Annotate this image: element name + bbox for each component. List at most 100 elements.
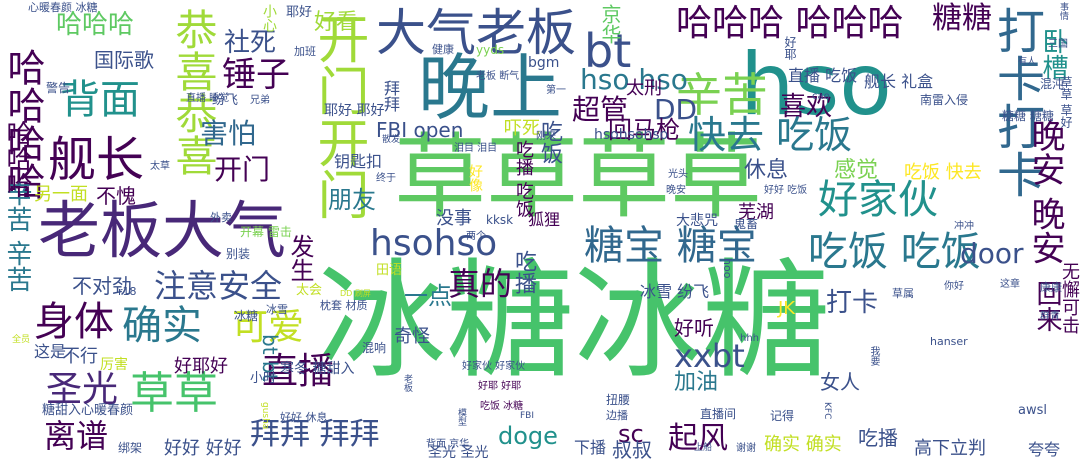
word-qunqing: 群青: [1040, 311, 1060, 322]
word-zhende: 真的: [448, 265, 513, 303]
word-waimai: 外卖: [210, 211, 232, 224]
word-door: door: [960, 237, 1024, 270]
word-baibai: 拜拜: [381, 80, 400, 112]
word-wocao: 卧槽: [1038, 28, 1068, 80]
word-r18: r18: [118, 285, 137, 298]
word-shesi: 社死: [224, 28, 277, 58]
word-gaoxia-lipan: 高下立判: [914, 438, 986, 459]
word-xiaoxin: 小心: [261, 4, 277, 32]
word-bingxue: 冰雪: [266, 303, 288, 316]
word-quanyuan: 全员: [12, 335, 31, 345]
word-hundun: 混沌: [1040, 77, 1065, 91]
word-bianbo: 边播: [606, 409, 628, 422]
word-hoo: hoo: [721, 258, 734, 279]
word-jinghua: 京华: [598, 4, 622, 44]
word-youren: 有人: [1018, 57, 1037, 67]
word-zhongyu: 终于: [376, 173, 396, 184]
word-kangkang: 康康: [1040, 281, 1062, 294]
word-xinnuan-bingtang: 心暖春颜 冰糖: [28, 1, 98, 14]
word-xiasi: 吓死: [504, 118, 540, 139]
word-caocao: 草草: [130, 368, 218, 419]
word-shenti: 身体: [34, 299, 114, 345]
word-nihao: 你好: [944, 281, 964, 292]
word-nanlei-ruqin: 南雷入侵: [920, 93, 969, 107]
word-haoyehao: 好耶好: [174, 356, 228, 377]
word-xiuxi: 休息: [744, 158, 789, 183]
word-chifan-bingtang: 吃饭 冰糖: [480, 401, 524, 412]
word-kfc: KFC: [822, 402, 832, 420]
word-chongchong: 冲冲: [954, 221, 974, 232]
word-guojige: 国际歌: [94, 48, 154, 72]
word-yaoshikou: 钥匙扣: [334, 152, 383, 171]
word-jide: 记得: [770, 409, 795, 423]
word-guangtou: 光头: [668, 169, 688, 180]
word-hanser: hanser: [930, 335, 968, 348]
word-hahaha-small: 哈哈哈: [56, 10, 135, 40]
word-haohao-xiuxi: 好好 休息: [280, 411, 328, 424]
word-tangtang-tangtang: 糖糖 糖糖: [1002, 109, 1054, 123]
word-moxing: 模型: [456, 408, 466, 426]
word-kaimen: 开门: [214, 153, 271, 186]
word-buxing: 不行: [62, 346, 98, 367]
word-dd-shuaping: DD 刷屏: [340, 289, 371, 298]
word-yehao-yehao: 耶好 耶好: [324, 103, 385, 119]
word-hahaha-vertical-2: 哈哈哈: [2, 120, 32, 198]
word-lingyimian: 另一面: [34, 184, 88, 205]
word-woyao: 我要: [868, 346, 879, 366]
word-jianzhang: 舰长: [48, 132, 145, 188]
word-cloud: 冰糖冰糖 草草草草 hso 晚上 老板大气 大气老板 开门开门 恭喜恭喜 哈哈哈…: [0, 0, 1080, 463]
word-lihai: 厉害: [100, 357, 128, 373]
word-wanan-wanan: 晚安 晚安: [1025, 118, 1065, 265]
word-gusha: gusha: [260, 402, 270, 430]
word-chifan-chifan: 吃饭 吃饭: [808, 229, 981, 275]
word-caoshu: 草属: [892, 287, 914, 300]
word-hunxiang: 混响: [362, 341, 387, 355]
word-awsl: awsl: [1018, 403, 1047, 418]
word-chibo-2: 吃播: [858, 426, 898, 450]
word-beimian: 背面: [60, 77, 140, 123]
word-kuakua: 夸夸: [1028, 440, 1061, 459]
word-haojiahuo-haojiahuo: 好家伙 好家伙: [462, 361, 526, 372]
word-haoxiang: 好像: [467, 164, 483, 192]
word-doge: doge: [498, 422, 558, 450]
word-chuizi: 锤子: [222, 55, 290, 95]
word-taihui: 太会: [296, 283, 323, 298]
word-taicao: 太草: [150, 161, 170, 172]
word-xiaoshi: 小时: [250, 371, 277, 386]
word-yyds: yyds: [476, 43, 505, 57]
word-xxbt: xxbt: [674, 337, 745, 375]
word-bangjia: 绑架: [118, 441, 143, 455]
word-fbi: FBI: [520, 411, 535, 421]
word-tangtianru-xinnuan: 糖甜入心暖春颜: [42, 403, 134, 418]
word-chibo-chifan: 吃播 吃饭: [513, 140, 534, 218]
word-hhh: hhh: [740, 333, 760, 344]
word-bukui: 不愧: [96, 184, 136, 208]
word-yidian: 一点: [404, 282, 452, 310]
word-haohao-haohao: 好好 好好: [164, 438, 242, 459]
word-zheshi: 这是: [34, 342, 67, 361]
word-haokan: 好看: [314, 10, 359, 35]
word-liangge: 两个: [466, 231, 486, 242]
word-jiankang: 健康: [432, 43, 454, 56]
word-xiongdi: 兄弟: [250, 95, 270, 106]
word-handong-tangtianru: 寒冬 糖甜入: [280, 361, 355, 377]
word-laoban-duanqi: 老板 断气: [476, 71, 520, 82]
word-leimu-leimu: 泪目 泪目: [454, 143, 498, 154]
word-zhibo-chifan: 直播 吃饭: [788, 66, 858, 85]
word-lipu: 离谱: [44, 417, 109, 455]
word-fasheng: 发生: [286, 234, 314, 282]
word-wuxie-keji: 无懈可击: [1059, 262, 1080, 334]
word-jk: JK: [778, 298, 796, 319]
word-ganjue: 感觉: [834, 158, 879, 183]
word-zhibo-shuijiao: 直播 睡觉: [186, 93, 230, 104]
word-jinggao: 警告: [46, 81, 71, 95]
word-gongxi-gongxi: 恭喜恭喜: [169, 8, 218, 176]
word-wanan: 晚安: [666, 185, 686, 196]
word-jianzhang-lihe: 舰长 礼盒: [864, 72, 934, 91]
word-daka: 打卡: [826, 288, 879, 318]
word-bingtang: 冰糖: [234, 309, 259, 323]
word-tianyu: 田语: [376, 263, 403, 278]
word-kaimu-leiji: 开幕 雷击: [240, 225, 292, 239]
word-haojiahuo: 好家伙: [818, 177, 938, 223]
word-laoban: 老板: [402, 374, 412, 392]
